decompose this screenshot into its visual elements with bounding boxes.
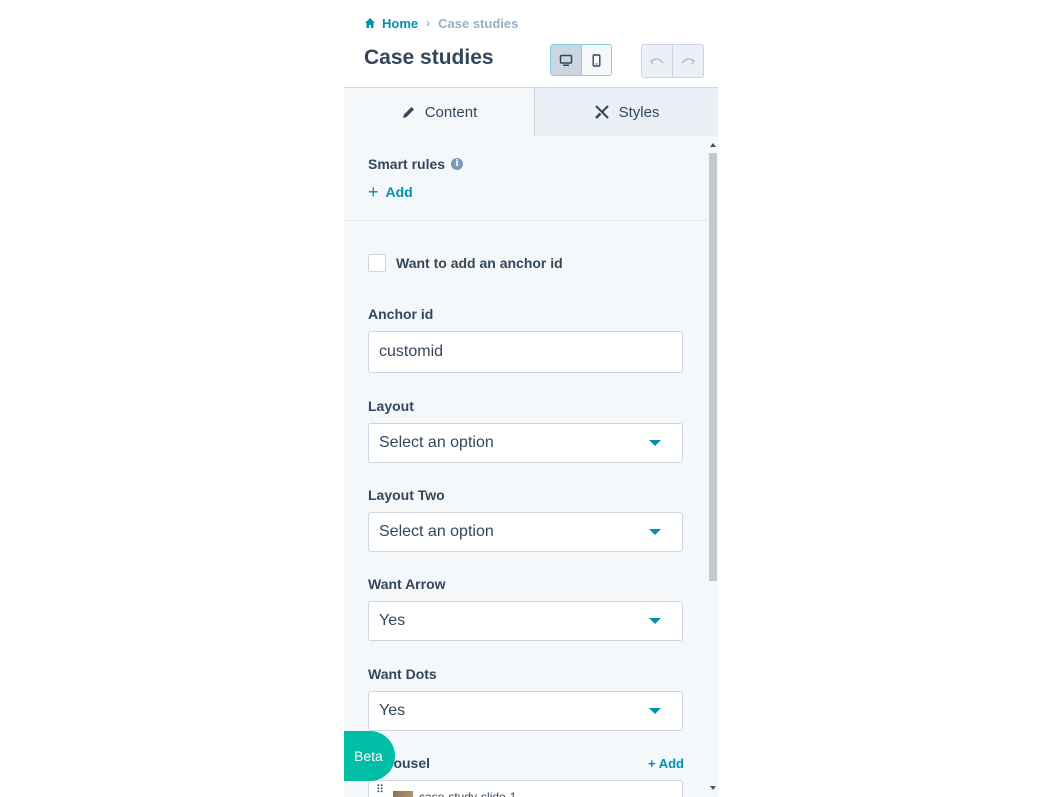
caret-down-icon xyxy=(649,618,661,624)
layout-select[interactable]: Select an option xyxy=(368,423,683,463)
page-title: Case studies xyxy=(364,46,494,69)
layout-label: Layout xyxy=(368,398,414,414)
tab-styles[interactable]: Styles xyxy=(534,88,718,137)
scroll-up-arrow-icon[interactable] xyxy=(710,143,716,147)
beta-button[interactable]: Beta xyxy=(344,731,395,781)
want-dots-select[interactable]: Yes xyxy=(368,691,683,731)
want-arrow-select-value: Yes xyxy=(379,612,406,629)
add-smart-rule-button[interactable]: + Add xyxy=(368,182,413,202)
scroll-down-arrow-icon[interactable] xyxy=(710,786,716,790)
layout-two-select[interactable]: Select an option xyxy=(368,512,683,552)
layout-select-value: Select an option xyxy=(379,434,494,451)
anchor-id-input[interactable] xyxy=(368,331,683,373)
drag-handle-icon[interactable]: ⠿ xyxy=(376,785,384,796)
content-panel: Smart rules i + Add Want to add an ancho… xyxy=(344,136,708,797)
carousel-item-thumbnail xyxy=(393,791,413,797)
add-smart-rule-label: Add xyxy=(385,184,413,200)
scrollbar-thumb[interactable] xyxy=(709,153,717,581)
desktop-icon xyxy=(559,54,572,66)
anchor-id-checkbox-label[interactable]: Want to add an anchor id xyxy=(396,255,563,271)
breadcrumb: Home › Case studies xyxy=(364,14,518,32)
mobile-icon xyxy=(592,53,601,67)
want-dots-select-value: Yes xyxy=(379,702,406,719)
breadcrumb-current: Case studies xyxy=(438,15,519,31)
caret-down-icon xyxy=(649,440,661,446)
section-divider xyxy=(344,220,708,221)
redo-button[interactable] xyxy=(673,45,703,77)
carousel-item[interactable]: ⠿ case-study-slide-1 xyxy=(368,780,683,797)
want-arrow-label: Want Arrow xyxy=(368,576,446,592)
tab-content-label: Content xyxy=(424,104,478,121)
want-dots-label: Want Dots xyxy=(368,666,437,682)
layout-two-label: Layout Two xyxy=(368,487,445,503)
editor-tabs: Content Styles xyxy=(344,87,718,137)
anchor-id-checkbox-row[interactable]: Want to add an anchor id xyxy=(368,254,563,272)
undo-icon xyxy=(649,58,664,65)
caret-down-icon xyxy=(649,529,661,535)
breadcrumb-home-link[interactable]: Home xyxy=(382,16,418,31)
brush-icon xyxy=(594,105,609,119)
want-arrow-select[interactable]: Yes xyxy=(368,601,683,641)
breadcrumb-separator: › xyxy=(426,16,431,30)
info-icon[interactable]: i xyxy=(451,158,464,170)
carousel-item-label: case-study-slide-1 xyxy=(419,790,517,797)
desktop-view-button[interactable] xyxy=(551,45,582,75)
redo-icon xyxy=(681,58,696,65)
layout-two-select-value: Select an option xyxy=(379,523,494,540)
tab-styles-label: Styles xyxy=(618,103,660,121)
mobile-view-button[interactable] xyxy=(581,45,611,75)
anchor-id-label: Anchor id xyxy=(368,306,434,322)
home-icon xyxy=(365,18,375,28)
smart-rules-heading: Smart rules i xyxy=(368,156,464,172)
undo-button[interactable] xyxy=(642,45,673,77)
tab-content[interactable]: Content xyxy=(344,88,534,137)
caret-down-icon xyxy=(649,708,661,714)
pencil-icon xyxy=(402,107,414,118)
carousel-add-button[interactable]: + Add xyxy=(648,756,684,771)
preview-device-toggle xyxy=(550,44,612,76)
editor-sidebar: Home › Case studies Case studies Content… xyxy=(344,0,718,797)
smart-rules-label: Smart rules xyxy=(368,156,446,172)
history-controls xyxy=(641,44,704,78)
anchor-id-checkbox[interactable] xyxy=(368,254,386,272)
plus-icon: + xyxy=(368,182,379,202)
